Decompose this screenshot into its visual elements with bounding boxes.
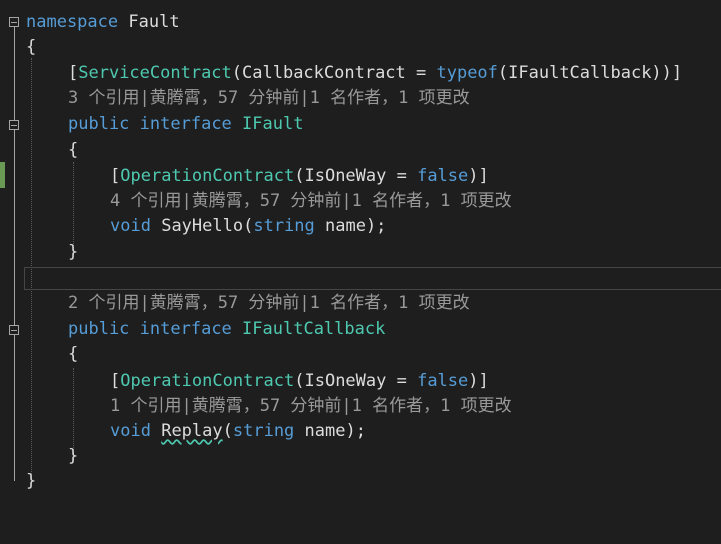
- code-line: }: [0, 444, 721, 469]
- code-line: [OperationContract(IsOneWay = false)]: [0, 164, 721, 189]
- keyword: typeof: [436, 63, 498, 83]
- brace: }: [68, 446, 79, 466]
- parameter: name);: [314, 216, 387, 236]
- bracket: [: [68, 63, 79, 83]
- brace: {: [26, 37, 37, 57]
- method-name: Replay: [161, 421, 223, 441]
- keyword: interface: [139, 319, 232, 339]
- attribute-args-end: )]: [468, 371, 489, 391]
- keyword: false: [417, 166, 469, 186]
- codelens-text[interactable]: 1 个引用|黄腾霄，57 分钟前|1 名作者，1 项更改: [110, 394, 512, 419]
- codelens-line[interactable]: 3 个引用|黄腾霄，57 分钟前|1 名作者，1 项更改: [0, 86, 721, 111]
- keyword: interface: [139, 114, 232, 134]
- brace: }: [68, 242, 79, 262]
- interface-name: IFault: [242, 114, 304, 134]
- attribute-name: OperationContract: [120, 371, 295, 391]
- attribute-args: (IsOneWay =: [294, 371, 418, 391]
- code-line: void SayHello(string name);: [0, 214, 721, 239]
- brace: {: [68, 344, 79, 364]
- keyword: void: [110, 216, 151, 236]
- attribute-name: OperationContract: [120, 166, 295, 186]
- bracket: [: [110, 371, 121, 391]
- keyword: namespace: [26, 12, 119, 32]
- keyword: void: [110, 421, 151, 441]
- brace: {: [68, 140, 79, 160]
- code-line: public interface IFault: [0, 112, 721, 137]
- attribute-args: (IsOneWay =: [294, 166, 418, 186]
- keyword: string: [253, 216, 315, 236]
- code-line: {: [0, 35, 721, 60]
- method-name: SayHello: [161, 216, 244, 236]
- interface-name: IFaultCallback: [242, 319, 386, 339]
- identifier: Fault: [128, 12, 180, 32]
- code-line: {: [0, 342, 721, 367]
- keyword: string: [232, 421, 295, 441]
- code-editor[interactable]: namespace Fault { [ServiceContract(Callb…: [0, 0, 721, 491]
- brace: }: [26, 471, 37, 491]
- code-line: }: [0, 240, 721, 265]
- keyword: false: [417, 371, 469, 391]
- attribute-args-end: (IFaultCallback))]: [497, 63, 683, 83]
- bracket: [: [110, 166, 121, 186]
- code-line: public interface IFaultCallback: [0, 317, 721, 342]
- code-line: [ServiceContract(CallbackContract = type…: [0, 61, 721, 86]
- keyword: public: [68, 319, 130, 339]
- attribute-name: ServiceContract: [78, 63, 232, 83]
- code-line: namespace Fault: [0, 10, 721, 35]
- codelens-line[interactable]: 2 个引用|黄腾霄，57 分钟前|1 名作者，1 项更改: [0, 291, 721, 316]
- codelens-line[interactable]: 4 个引用|黄腾霄，57 分钟前|1 名作者，1 项更改: [0, 189, 721, 214]
- codelens-text[interactable]: 4 个引用|黄腾霄，57 分钟前|1 名作者，1 项更改: [110, 189, 512, 214]
- attribute-args-end: )]: [468, 166, 489, 186]
- code-line: [OperationContract(IsOneWay = false)]: [0, 369, 721, 394]
- code-line: }: [0, 469, 721, 494]
- code-line: void Replay(string name);: [0, 419, 721, 444]
- paren: (: [243, 216, 254, 236]
- code-line: {: [0, 138, 721, 163]
- codelens-line[interactable]: 1 个引用|黄腾霄，57 分钟前|1 名作者，1 项更改: [0, 394, 721, 419]
- attribute-args: (CallbackContract =: [231, 63, 437, 83]
- code-line-empty[interactable]: [0, 266, 721, 291]
- parameter: name);: [294, 421, 366, 441]
- codelens-text[interactable]: 2 个引用|黄腾霄，57 分钟前|1 名作者，1 项更改: [68, 291, 470, 316]
- keyword: public: [68, 114, 130, 134]
- paren: (: [222, 421, 233, 441]
- codelens-text[interactable]: 3 个引用|黄腾霄，57 分钟前|1 名作者，1 项更改: [68, 86, 470, 111]
